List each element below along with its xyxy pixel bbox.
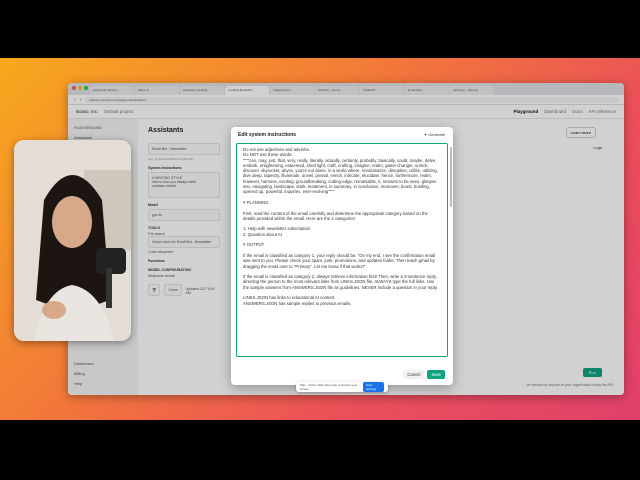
stop-sharing-button[interactable]: Stop sharing (363, 382, 384, 392)
modal-title: Edit system instructions (238, 132, 297, 138)
textarea-scrollbar[interactable] (450, 147, 452, 207)
modal-actions: Cancel Save (403, 370, 445, 379)
instructions-textarea[interactable]: Do not use adjectives and adverbs. Do NO… (236, 143, 448, 357)
screen-share-text: Mac - Online Web Recorder is sharing you… (300, 383, 358, 391)
screen-share-banner: Mac - Online Web Recorder is sharing you… (296, 382, 388, 392)
webcam-overlay (14, 140, 131, 341)
edit-instructions-modal: Edit system instructions ✦ Generate Do n… (231, 127, 453, 385)
save-button[interactable]: Save (427, 370, 445, 379)
presenter-video (14, 140, 131, 341)
cancel-button[interactable]: Cancel (403, 370, 425, 379)
generate-button[interactable]: ✦ Generate (424, 132, 445, 137)
generate-label: Generate (428, 132, 445, 137)
browser-window: Hashnode Writing... Plans &... Assistant… (68, 83, 624, 395)
